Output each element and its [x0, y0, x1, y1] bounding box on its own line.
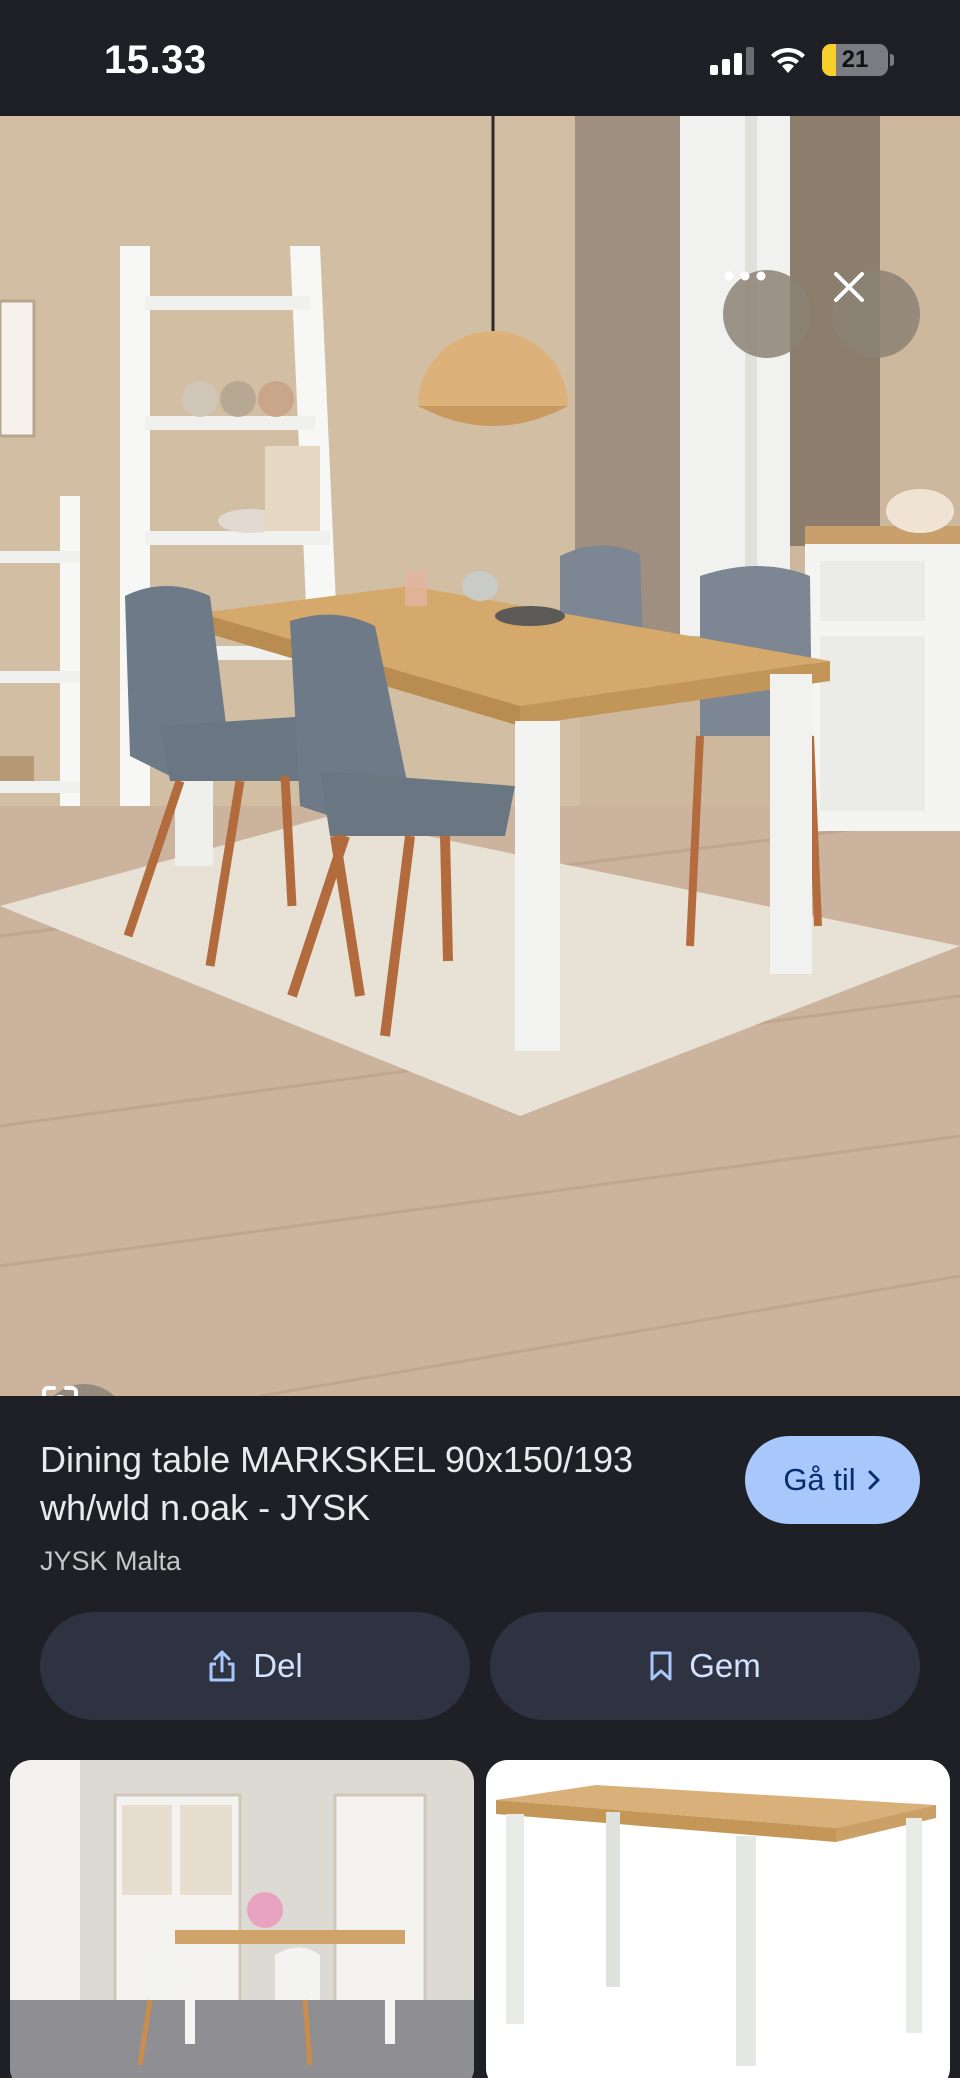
status-bar: 15.33 21 [0, 0, 960, 116]
goto-button[interactable]: Gå til [745, 1436, 920, 1524]
bookmark-icon [650, 1651, 672, 1681]
share-icon [209, 1650, 235, 1682]
close-icon [834, 272, 864, 302]
status-icons: 21 [710, 44, 894, 76]
table-product-illustration [486, 1760, 950, 2078]
goto-label: Gå til [783, 1462, 856, 1497]
save-label: Gem [689, 1647, 761, 1684]
battery-level: 21 [841, 46, 869, 73]
share-button[interactable]: Del [40, 1612, 470, 1720]
more-horizontal-icon [724, 271, 766, 281]
result-info-panel: Dining table MARKSKEL 90x150/193 wh/wld … [0, 1396, 960, 2078]
battery-icon: 21 [822, 44, 888, 76]
cellular-signal-icon [710, 45, 754, 75]
more-options-button[interactable] [723, 270, 811, 358]
dining-room-image[interactable] [0, 116, 960, 1396]
save-button[interactable]: Gem [490, 1612, 920, 1720]
related-image-2[interactable] [486, 1760, 950, 2078]
close-button[interactable] [832, 270, 920, 358]
related-dining-room-illustration [10, 1760, 474, 2078]
result-source[interactable]: JYSK Malta [40, 1546, 181, 1577]
dining-room-illustration [0, 116, 960, 1396]
status-time: 15.33 [104, 38, 207, 82]
google-lens-icon [42, 1386, 78, 1396]
related-image-1[interactable] [10, 1760, 474, 2078]
chevron-right-icon [868, 1470, 880, 1490]
battery-tip [890, 54, 894, 66]
result-title[interactable]: Dining table MARKSKEL 90x150/193 wh/wld … [40, 1436, 720, 1532]
share-label: Del [253, 1647, 303, 1684]
wifi-icon [771, 47, 805, 73]
